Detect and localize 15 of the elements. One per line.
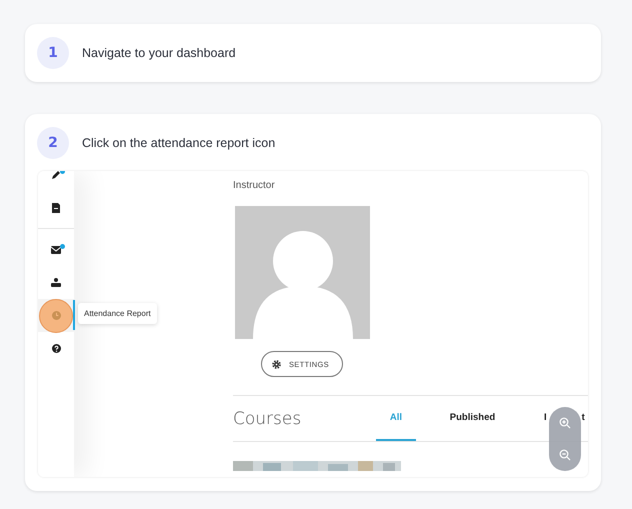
envelope-icon xyxy=(51,246,61,254)
step-number: 1 xyxy=(37,37,69,69)
step-text: Click on the attendance report icon xyxy=(82,136,276,150)
tab[interactable]: Published xyxy=(434,396,511,441)
tab[interactable]: I t xyxy=(537,396,587,441)
pen-icon xyxy=(51,171,61,180)
settings-icon xyxy=(272,360,281,368)
person-icon xyxy=(51,278,61,287)
courses-heading: Courses xyxy=(233,408,302,428)
document-icon xyxy=(52,202,60,212)
tooltip: Attendance Report xyxy=(78,303,157,324)
help-icon xyxy=(52,344,60,353)
role-label: Instructor xyxy=(233,180,275,191)
step-text: Navigate to your dashboard xyxy=(82,46,236,60)
step-number: 2 xyxy=(37,127,69,159)
